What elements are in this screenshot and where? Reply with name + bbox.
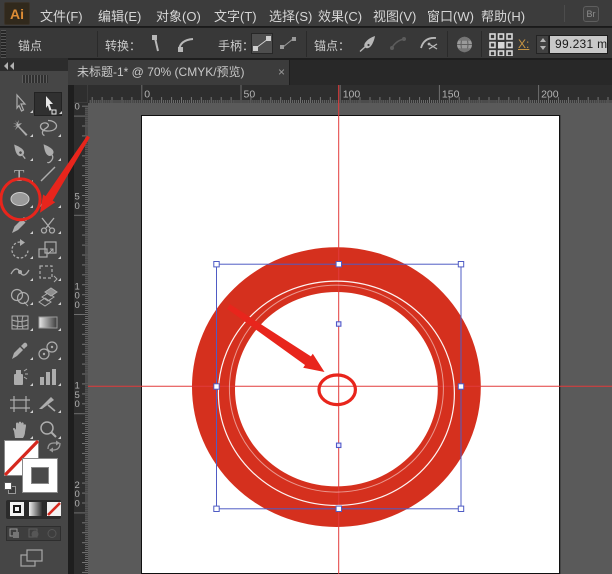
svg-text:0: 0 [75, 102, 80, 113]
svg-text:0: 0 [75, 498, 80, 509]
svg-text:0: 0 [75, 399, 80, 410]
svg-text:0: 0 [75, 201, 80, 212]
svg-text:T: T [14, 166, 25, 185]
svg-text:0: 0 [75, 300, 80, 311]
